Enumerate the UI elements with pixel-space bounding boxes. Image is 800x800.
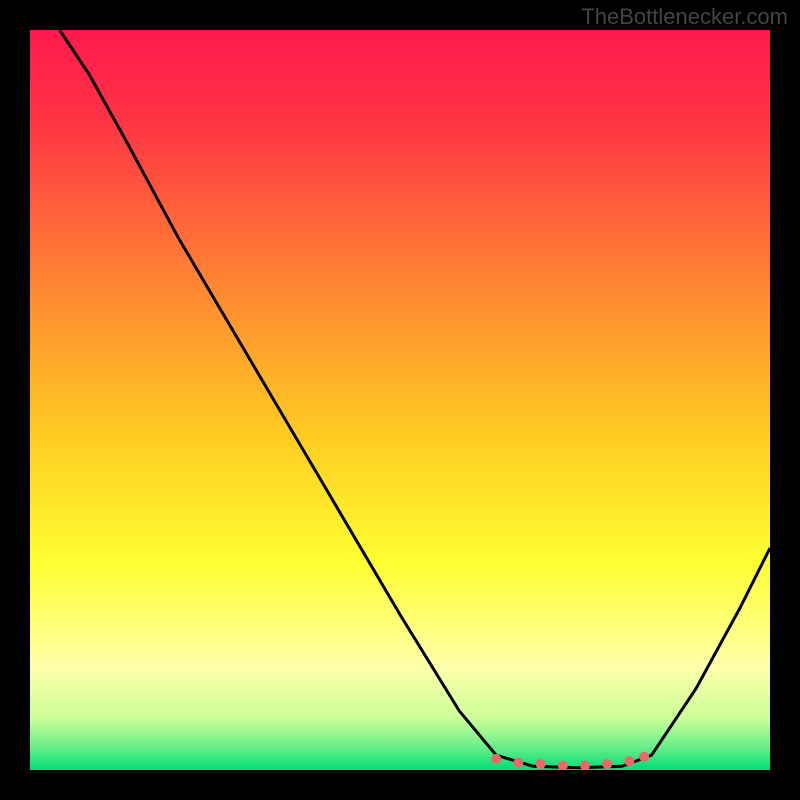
chart-svg — [30, 30, 770, 770]
chart-area — [30, 30, 770, 770]
watermark-text: TheBottlenecker.com — [581, 4, 788, 30]
bottleneck-curve — [60, 30, 770, 768]
